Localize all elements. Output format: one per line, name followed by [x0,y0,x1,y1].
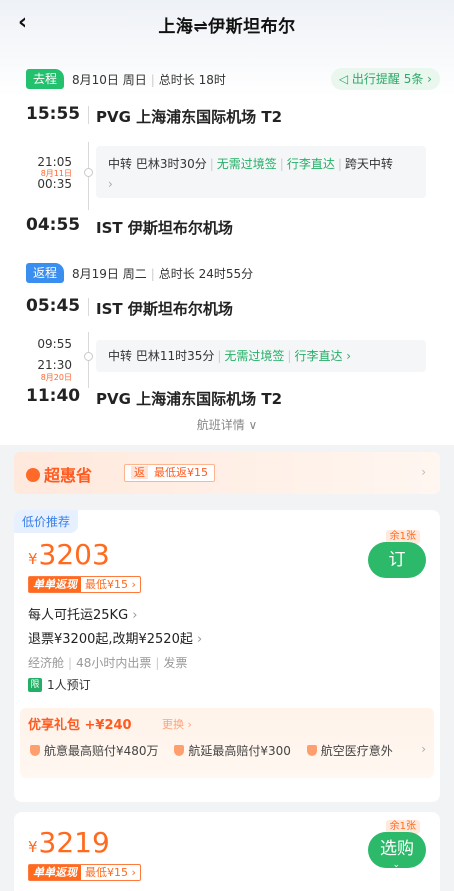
offer-price: ¥3203 [28,538,110,571]
baggage-info[interactable]: 每人可托运25KG › [28,604,138,623]
chevron-right-icon: › [421,465,426,479]
shield-icon [306,745,317,756]
outbound-duration: 总时长 18时 [158,72,226,87]
return-transfer-plus-day: 8月20日 [40,373,72,382]
chevron-right-icon: › [128,608,138,623]
cashback-value: 最低¥15 › [85,578,136,591]
return-transfer-dep: 21:30 [37,358,72,372]
transfer-city: 中转 巴林3时30分 [108,157,207,171]
cabin-class: 经济舱 [28,656,65,670]
outbound-tag: 去程 [26,69,65,89]
recommend-tag: 低价推荐 [14,510,79,533]
page-title: 上海⇌伊斯坦布尔 [158,17,296,37]
booking-limit: 限 1人预订 [28,676,91,693]
outbound-header: 去程 8月10日 周日 | 总时长 18时 [26,68,226,90]
return-dep-time: 05:45 [26,296,81,316]
baggage-text: 每人可托运25KG [28,608,129,623]
book-button[interactable]: 订 [368,542,426,578]
refund-text: 退票¥3200起,改期¥2520起 [28,632,193,647]
gift-item: 航延最高赔付¥300 [188,744,291,758]
gift-change-link[interactable]: 更换 › [162,716,192,732]
gift-item: 航空医疗意外 [320,744,393,758]
currency-symbol: ¥ [28,550,38,568]
transfer-luggage: 行李直达 [286,157,335,171]
ticket-meta: 经济舱 | 48小时内出票 | 发票 [28,656,188,670]
transfer-luggage: 行李直达 › [294,349,352,363]
return-dep-airport: IST 伊斯坦布尔机场 [96,300,233,318]
outbound-dep-airport: PVG 上海浦东国际机场 T2 [96,108,283,126]
gift-title: 优享礼包 +¥240 [28,718,132,733]
currency-symbol: ¥ [28,838,38,856]
offer-price: ¥3219 [28,826,110,859]
refund-info[interactable]: 退票¥3200起,改期¥2520起 › [28,628,202,647]
outbound-transfer-box[interactable]: 中转 巴林3时30分 | 无需过境签 | 行李直达 | 跨天中转 › [96,146,426,198]
return-transfer-box[interactable]: 中转 巴林11时35分 | 无需过境签 | 行李直达 › [96,340,426,372]
super-saver-tag-text: 最低返¥15 [154,466,208,479]
outbound-transfer-arr: 21:05 [37,155,72,169]
transfer-dot [84,352,93,361]
shield-icon [30,745,40,756]
price-value: 3203 [38,538,110,571]
transfer-visa: 无需过境签 [224,349,285,363]
gift-items: 航意最高赔付¥480万 航延最高赔付¥300 航空医疗意外 [28,742,428,759]
return-transfer-arr: 09:55 [37,337,72,351]
super-saver-banner[interactable]: 超惠省 返最低返¥15 › [14,452,440,494]
travel-reminder-button[interactable]: ◁ 出行提醒 5条 › [330,68,440,90]
return-header: 返程 8月19日 周二 | 总时长 24时55分 [26,262,253,284]
limit-text: 1人预订 [47,678,91,692]
offer-card: 低价推荐 ¥3203 余1张 订 单单返现 最低¥15 › 每人可托运25KG ›… [14,510,440,802]
transfer-visa: 无需过境签 [216,157,277,171]
outbound-date-info: 8月10日 周日 | 总时长 18时 [72,72,226,87]
cashback-badge[interactable]: 单单返现 最低¥15 › [28,576,141,593]
cashback-label: 单单返现 [29,865,81,880]
super-saver-tag: 返最低返¥15 [124,464,215,482]
timeline-line [88,298,89,316]
outbound-arr-time: 04:55 [26,215,81,235]
transfer-cross-day: 跨天中转 [344,157,393,171]
chevron-down-icon: ⌄ [392,860,400,870]
transfer-city: 中转 巴林11时35分 [108,349,215,363]
return-arr-airport: PVG 上海浦东国际机场 T2 [96,390,283,408]
cashback-value: 最低¥15 › [85,866,136,879]
super-saver-logo-text: 超惠省 [44,466,93,485]
timeline-line [88,106,89,124]
cashback-label: 单单返现 [29,577,81,592]
return-date: 8月19日 周二 [72,266,147,281]
outbound-dep-time: 15:55 [26,104,81,124]
rebate-icon: 返 [131,466,148,479]
offer-card: ¥3219 余1张 选购 ⌄ 单单返现 最低¥15 › [14,812,440,891]
chevron-right-icon: › [192,632,203,647]
shield-icon [174,745,185,756]
chevron-right-icon: › [108,177,113,191]
invoice: 发票 [163,656,188,670]
transfer-dot [84,168,93,177]
limit-icon: 限 [28,677,42,692]
outbound-transfer-dep: 00:35 [37,177,72,191]
travel-reminder-label: 出行提醒 5条 › [351,72,432,86]
return-duration: 总时长 24时55分 [158,266,254,281]
return-date-info: 8月19日 周二 | 总时长 24时55分 [72,266,254,281]
outbound-arr-airport: IST 伊斯坦布尔机场 [96,219,233,237]
flame-icon [26,468,40,482]
cashback-badge[interactable]: 单单返现 最低¥15 › [28,864,141,881]
nav-bar: ‹ 上海⇌伊斯坦布尔 [0,0,454,48]
flight-details-link[interactable]: 航班详情 ∨ [0,416,454,433]
chevron-right-icon: › [421,742,426,756]
super-saver-logo: 超惠省 [26,462,92,486]
ticketing-time: 48小时内出票 [76,656,152,670]
gift-package[interactable]: 优享礼包 +¥240 更换 › 航意最高赔付¥480万 航延最高赔付¥300 航… [20,708,434,778]
return-tag: 返程 [26,263,65,283]
price-value: 3219 [38,826,110,859]
outbound-date: 8月10日 周日 [72,72,147,87]
return-arr-time: 11:40 [26,386,81,406]
gift-item: 航意最高赔付¥480万 [44,744,159,758]
speaker-icon: ◁ [338,72,352,86]
